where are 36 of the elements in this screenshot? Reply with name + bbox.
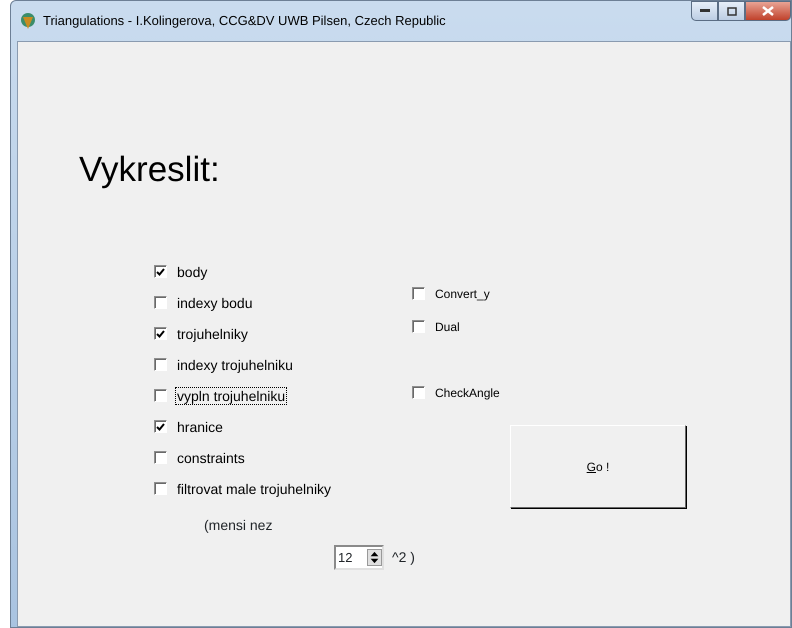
checkbox[interactable] xyxy=(154,296,167,309)
checkbox-label[interactable]: constraints xyxy=(175,448,247,466)
checkbox-label[interactable]: indexy trojuhelniku xyxy=(175,356,295,374)
checkbox[interactable] xyxy=(154,420,167,433)
checkbox-label[interactable]: body xyxy=(175,262,210,280)
checkbox[interactable] xyxy=(154,358,167,371)
maximize-button[interactable] xyxy=(718,1,745,21)
checkbox[interactable] xyxy=(412,320,425,333)
section-heading: Vykreslit: xyxy=(79,150,221,190)
size-spinbox[interactable]: 12 xyxy=(334,545,384,570)
checkbox[interactable] xyxy=(154,451,167,464)
checkbox-label[interactable]: trojuhelniky xyxy=(175,324,250,342)
checkbox[interactable] xyxy=(154,265,167,278)
checkbox[interactable] xyxy=(412,386,425,399)
filter-label: (mensi nez xyxy=(204,516,272,535)
close-icon xyxy=(762,6,774,16)
checkbox-label[interactable]: vypln trojuhelniku xyxy=(175,386,288,404)
checkbox[interactable] xyxy=(154,482,167,495)
checkbox-label[interactable]: indexy bodu xyxy=(175,294,255,312)
go-button[interactable]: Go ! xyxy=(510,425,686,508)
checkbox-label[interactable]: CheckAngle xyxy=(433,384,502,402)
checkbox[interactable] xyxy=(412,287,425,300)
checkbox[interactable] xyxy=(154,389,167,402)
spin-arrows-icon[interactable] xyxy=(367,549,382,566)
close-button[interactable] xyxy=(745,1,791,21)
checkbox-label[interactable]: Convert_y xyxy=(433,284,492,302)
app-icon xyxy=(19,12,37,30)
filter-suffix: ^2 ) xyxy=(392,548,415,567)
checkbox-label[interactable]: Dual xyxy=(433,318,462,336)
checkbox-label[interactable]: filtrovat male trojuhelniky xyxy=(175,480,334,498)
checkbox-label[interactable]: hranice xyxy=(175,418,225,436)
window-title: Triangulations - I.Kolingerova, CCG&DV UWB Pilsen, Czech Republic xyxy=(43,12,446,30)
maximize-icon xyxy=(726,6,736,16)
checkbox[interactable] xyxy=(154,327,167,340)
minimize-icon xyxy=(700,9,710,13)
minimize-button[interactable] xyxy=(691,1,718,21)
